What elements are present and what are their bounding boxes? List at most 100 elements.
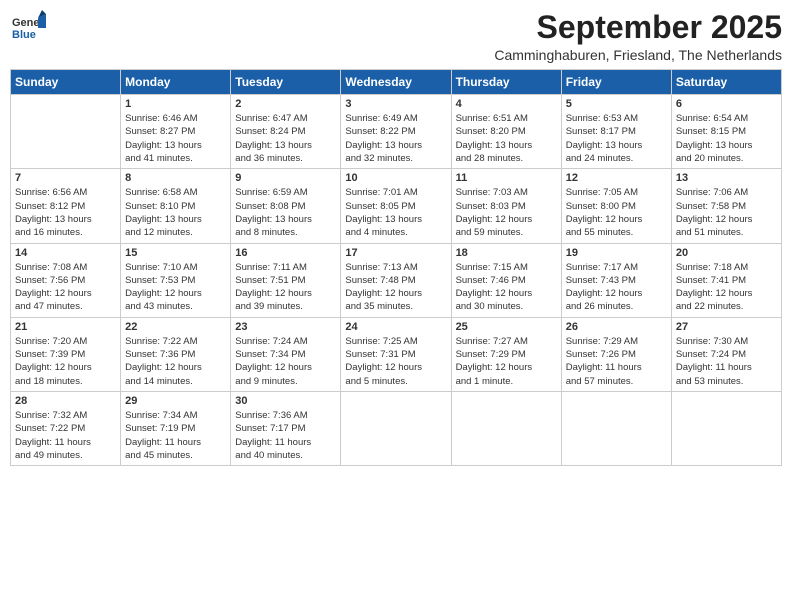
cell-content: Sunrise: 7:11 AM Sunset: 7:51 PM Dayligh… [235,261,336,314]
calendar-week-5: 28Sunrise: 7:32 AM Sunset: 7:22 PM Dayli… [11,391,782,465]
calendar-table: SundayMondayTuesdayWednesdayThursdayFrid… [10,69,782,466]
day-number: 17 [345,247,446,259]
svg-text:Blue: Blue [12,29,36,41]
calendar-cell: 6 Sunrise: 6:54 AM Sunset: 8:15 PM Daylig… [671,95,781,169]
calendar-cell: 16 Sunrise: 7:11 AM Sunset: 7:51 PM Dayli… [231,243,341,317]
cell-content: Sunrise: 7:06 AM Sunset: 7:58 PM Dayligh… [676,186,777,239]
month-title: September 2025 [494,10,782,45]
day-number: 2 [235,98,336,110]
day-number: 29 [125,395,226,407]
day-number: 12 [566,172,667,184]
cell-content: Sunrise: 6:53 AM Sunset: 8:17 PM Dayligh… [566,112,667,165]
day-number: 11 [456,172,557,184]
cell-content: Sunrise: 6:54 AM Sunset: 8:15 PM Dayligh… [676,112,777,165]
day-number: 20 [676,247,777,259]
cell-content: Sunrise: 7:27 AM Sunset: 7:29 PM Dayligh… [456,335,557,388]
day-number: 6 [676,98,777,110]
day-number: 14 [15,247,116,259]
cell-content: Sunrise: 7:25 AM Sunset: 7:31 PM Dayligh… [345,335,446,388]
cell-content: Sunrise: 7:34 AM Sunset: 7:19 PM Dayligh… [125,409,226,462]
location-subtitle: Camminghaburen, Friesland, The Netherlan… [494,47,782,63]
calendar-cell: 25Sunrise: 7:27 AM Sunset: 7:29 PM Dayli… [451,317,561,391]
calendar-cell: 15 Sunrise: 7:10 AM Sunset: 7:53 PM Dayli… [121,243,231,317]
day-number: 27 [676,321,777,333]
cell-content: Sunrise: 6:58 AM Sunset: 8:10 PM Dayligh… [125,186,226,239]
weekday-wednesday: Wednesday [341,70,451,95]
cell-content: Sunrise: 7:22 AM Sunset: 7:36 PM Dayligh… [125,335,226,388]
calendar-cell: 29 Sunrise: 7:34 AM Sunset: 7:19 PM Dayli… [121,391,231,465]
calendar-cell: 4Sunrise: 6:51 AM Sunset: 8:20 PM Daylig… [451,95,561,169]
day-number: 15 [125,247,226,259]
cell-content: Sunrise: 6:47 AM Sunset: 8:24 PM Dayligh… [235,112,336,165]
calendar-cell: 3Sunrise: 6:49 AM Sunset: 8:22 PM Daylig… [341,95,451,169]
day-number: 19 [566,247,667,259]
day-number: 24 [345,321,446,333]
weekday-monday: Monday [121,70,231,95]
calendar-cell: 23 Sunrise: 7:24 AM Sunset: 7:34 PM Dayli… [231,317,341,391]
logo-icon: General Blue [10,10,46,46]
day-number: 7 [15,172,116,184]
calendar-cell: 12 Sunrise: 7:05 AM Sunset: 8:00 PM Dayli… [561,169,671,243]
page-header: General Blue September 2025 Camminghabur… [10,10,782,63]
day-number: 30 [235,395,336,407]
day-number: 26 [566,321,667,333]
day-number: 9 [235,172,336,184]
day-number: 8 [125,172,226,184]
calendar-cell [11,95,121,169]
calendar-cell [341,391,451,465]
cell-content: Sunrise: 7:03 AM Sunset: 8:03 PM Dayligh… [456,186,557,239]
cell-content: Sunrise: 7:08 AM Sunset: 7:56 PM Dayligh… [15,261,116,314]
cell-content: Sunrise: 6:46 AM Sunset: 8:27 PM Dayligh… [125,112,226,165]
day-number: 16 [235,247,336,259]
calendar-cell: 5 Sunrise: 6:53 AM Sunset: 8:17 PM Daylig… [561,95,671,169]
cell-content: Sunrise: 6:56 AM Sunset: 8:12 PM Dayligh… [15,186,116,239]
calendar-body: 1 Sunrise: 6:46 AM Sunset: 8:27 PM Daylig… [11,95,782,466]
cell-content: Sunrise: 6:51 AM Sunset: 8:20 PM Dayligh… [456,112,557,165]
calendar-week-3: 14 Sunrise: 7:08 AM Sunset: 7:56 PM Dayli… [11,243,782,317]
cell-content: Sunrise: 7:36 AM Sunset: 7:17 PM Dayligh… [235,409,336,462]
calendar-cell [561,391,671,465]
cell-content: Sunrise: 7:29 AM Sunset: 7:26 PM Dayligh… [566,335,667,388]
calendar-cell: 8 Sunrise: 6:58 AM Sunset: 8:10 PM Daylig… [121,169,231,243]
day-number: 10 [345,172,446,184]
weekday-tuesday: Tuesday [231,70,341,95]
day-number: 3 [345,98,446,110]
calendar-cell: 1 Sunrise: 6:46 AM Sunset: 8:27 PM Daylig… [121,95,231,169]
cell-content: Sunrise: 7:01 AM Sunset: 8:05 PM Dayligh… [345,186,446,239]
calendar-cell: 10 Sunrise: 7:01 AM Sunset: 8:05 PM Dayli… [341,169,451,243]
cell-content: Sunrise: 7:24 AM Sunset: 7:34 PM Dayligh… [235,335,336,388]
cell-content: Sunrise: 7:32 AM Sunset: 7:22 PM Dayligh… [15,409,116,462]
calendar-cell: 27Sunrise: 7:30 AM Sunset: 7:24 PM Dayli… [671,317,781,391]
weekday-friday: Friday [561,70,671,95]
cell-content: Sunrise: 7:15 AM Sunset: 7:46 PM Dayligh… [456,261,557,314]
cell-content: Sunrise: 7:18 AM Sunset: 7:41 PM Dayligh… [676,261,777,314]
weekday-thursday: Thursday [451,70,561,95]
day-number: 18 [456,247,557,259]
day-number: 5 [566,98,667,110]
cell-content: Sunrise: 7:20 AM Sunset: 7:39 PM Dayligh… [15,335,116,388]
cell-content: Sunrise: 7:10 AM Sunset: 7:53 PM Dayligh… [125,261,226,314]
cell-content: Sunrise: 7:17 AM Sunset: 7:43 PM Dayligh… [566,261,667,314]
calendar-cell: 14 Sunrise: 7:08 AM Sunset: 7:56 PM Dayli… [11,243,121,317]
calendar-cell: 11 Sunrise: 7:03 AM Sunset: 8:03 PM Dayli… [451,169,561,243]
calendar-cell: 26 Sunrise: 7:29 AM Sunset: 7:26 PM Dayli… [561,317,671,391]
calendar-week-4: 21Sunrise: 7:20 AM Sunset: 7:39 PM Dayli… [11,317,782,391]
logo: General Blue [10,10,46,46]
calendar-cell: 9Sunrise: 6:59 AM Sunset: 8:08 PM Daylig… [231,169,341,243]
calendar-cell: 22 Sunrise: 7:22 AM Sunset: 7:36 PM Dayli… [121,317,231,391]
day-number: 13 [676,172,777,184]
calendar-cell: 19 Sunrise: 7:17 AM Sunset: 7:43 PM Dayli… [561,243,671,317]
calendar-cell: 18 Sunrise: 7:15 AM Sunset: 7:46 PM Dayli… [451,243,561,317]
calendar-cell: 21Sunrise: 7:20 AM Sunset: 7:39 PM Dayli… [11,317,121,391]
title-block: September 2025 Camminghaburen, Friesland… [494,10,782,63]
calendar-week-1: 1 Sunrise: 6:46 AM Sunset: 8:27 PM Daylig… [11,95,782,169]
calendar-cell: 24 Sunrise: 7:25 AM Sunset: 7:31 PM Dayli… [341,317,451,391]
day-number: 1 [125,98,226,110]
day-number: 22 [125,321,226,333]
calendar-cell: 13 Sunrise: 7:06 AM Sunset: 7:58 PM Dayli… [671,169,781,243]
cell-content: Sunrise: 7:13 AM Sunset: 7:48 PM Dayligh… [345,261,446,314]
cell-content: Sunrise: 7:05 AM Sunset: 8:00 PM Dayligh… [566,186,667,239]
day-number: 23 [235,321,336,333]
calendar-cell [671,391,781,465]
weekday-header-row: SundayMondayTuesdayWednesdayThursdayFrid… [11,70,782,95]
